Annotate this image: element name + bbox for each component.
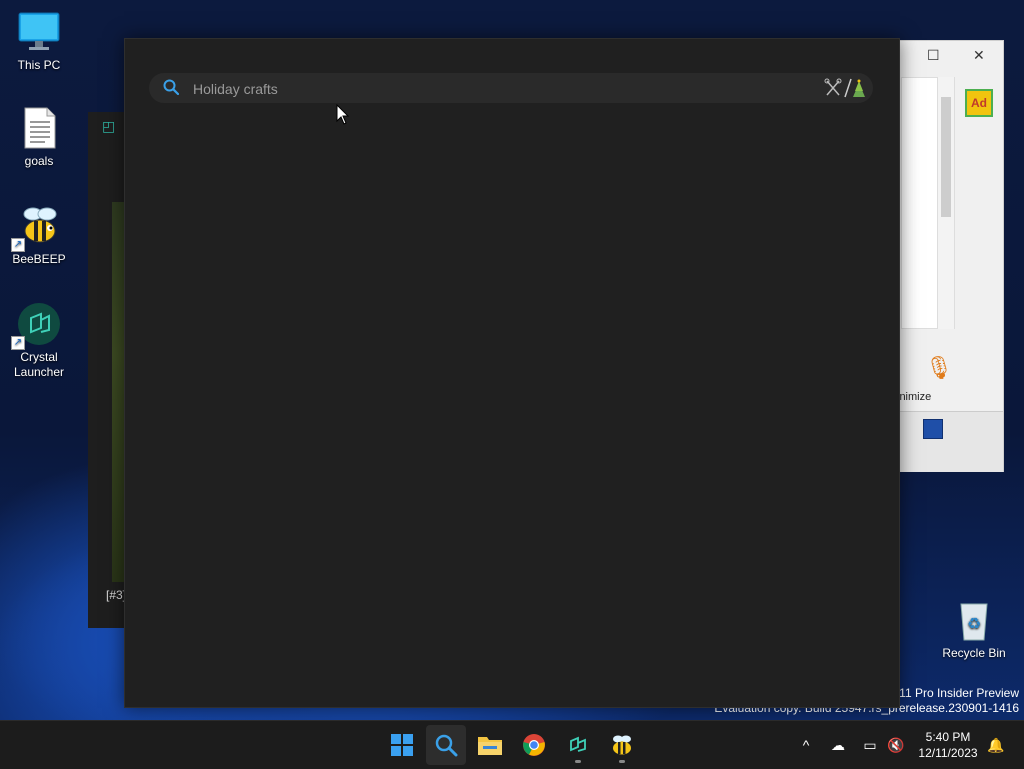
network-icon[interactable]: ▭: [860, 735, 880, 755]
maximize-icon[interactable]: ☐: [927, 47, 940, 64]
background-window-beebeep[interactable]: ☐ ✕ Ad 🎙 inimize: [896, 40, 1004, 472]
crystal-launcher-icon: ◰: [102, 118, 116, 134]
taskbar-chrome[interactable]: [514, 725, 554, 765]
taskbar-search-button[interactable]: [426, 725, 466, 765]
taskbar-crystal-launcher[interactable]: [558, 725, 598, 765]
chevron-up-icon[interactable]: ^: [796, 735, 816, 755]
clock-time: 5:40 PM: [925, 730, 971, 744]
search-icon: [435, 734, 458, 757]
clock-date: 12/11/2023: [918, 746, 978, 760]
notification-bell-icon[interactable]: 🔔: [986, 735, 1006, 755]
desktop-icon-this-pc[interactable]: This PC: [1, 10, 77, 73]
window-titlebar[interactable]: ☐ ✕: [897, 41, 1003, 71]
window-tag: [#3]: [106, 588, 127, 602]
microphone-icon[interactable]: 🎙: [925, 355, 953, 385]
running-indicator: [575, 760, 581, 763]
scrollbar-thumb[interactable]: [941, 97, 951, 217]
holiday-crafts-doodle-icon[interactable]: [823, 77, 867, 99]
desktop-icon-label: BeeBEEP: [12, 252, 66, 266]
search-bar[interactable]: [149, 73, 873, 103]
toolbar-bottom: [897, 411, 1003, 472]
volume-muted-icon[interactable]: 🔇: [886, 735, 906, 755]
desktop-icon-label: Recycle Bin: [942, 646, 1006, 660]
folder-icon: [478, 737, 502, 755]
desktop-icon-label-line2: Launcher: [13, 365, 65, 379]
mouse-pointer-icon: [336, 104, 350, 125]
bee-icon: [613, 735, 631, 755]
search-input[interactable]: [191, 78, 795, 100]
cloud-offline-icon[interactable]: ☁: [828, 735, 848, 755]
svg-text:♻: ♻: [967, 614, 981, 633]
desktop-icon-goals[interactable]: goals: [1, 106, 77, 169]
minimize-label: inimize: [897, 391, 932, 403]
clock[interactable]: 5:40 PM 12/11/2023: [912, 729, 984, 761]
windows-start-icon: [391, 734, 413, 756]
taskbar: ^ ☁ ▭ 🔇 5:40 PM 12/11/2023 🔔: [0, 720, 1024, 769]
desktop-icon-label: This PC: [17, 58, 61, 72]
chrome-icon: [523, 734, 545, 756]
desktop-icon-label: goals: [24, 154, 54, 168]
ad-badge[interactable]: Ad: [965, 89, 993, 117]
start-button[interactable]: [382, 725, 422, 765]
close-icon[interactable]: ✕: [973, 47, 985, 64]
taskbar-beebeep[interactable]: [602, 725, 642, 765]
desktop-icon-recycle-bin[interactable]: ♻ Recycle Bin: [936, 598, 1012, 661]
crystal-launcher-icon: [570, 736, 586, 752]
taskbar-file-explorer[interactable]: [470, 725, 510, 765]
shortcut-arrow-icon: ↗: [11, 336, 25, 350]
desktop-icon-label-line1: Crystal: [20, 350, 58, 364]
scrollbar[interactable]: [937, 77, 954, 329]
text-file-icon: [17, 106, 61, 150]
search-icon: [163, 79, 179, 95]
bee-icon: ↗: [11, 204, 61, 252]
shortcut-arrow-icon: ↗: [11, 238, 25, 252]
running-indicator: [619, 760, 625, 763]
search-overlay: [124, 38, 900, 708]
save-disk-icon[interactable]: [923, 419, 943, 439]
desktop-icon-beebeep[interactable]: ↗ BeeBEEP: [1, 204, 77, 267]
monitor-icon: [17, 10, 61, 54]
crystal-launcher-icon: ↗: [11, 302, 61, 350]
desktop-icon-crystal-launcher[interactable]: ↗ Crystal Launcher: [1, 302, 77, 380]
recycle-bin-icon: ♻: [952, 598, 996, 642]
